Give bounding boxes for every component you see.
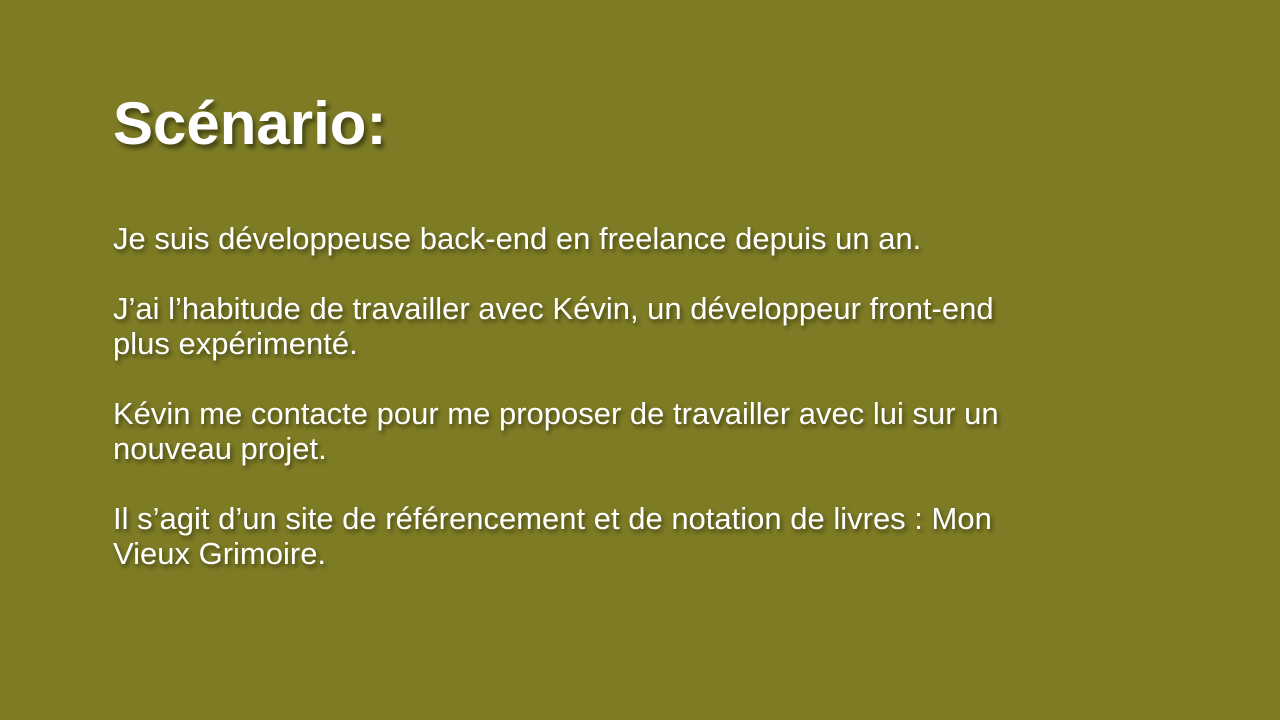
paragraph-4-line-2: Vieux Grimoire. bbox=[113, 536, 327, 571]
slide-title: Scénario: bbox=[113, 90, 387, 157]
paragraph-4-line-1: Il s’agit d’un site de référencement et … bbox=[113, 501, 992, 536]
paragraph-2-line-2: plus expérimenté. bbox=[113, 326, 358, 361]
paragraph-3-line-1: Kévin me contacte pour me proposer de tr… bbox=[113, 396, 999, 431]
paragraph-3: Kévin me contacte pour me proposer de tr… bbox=[113, 396, 1113, 466]
slide: Scénario: Je suis développeuse back-end … bbox=[0, 0, 1280, 720]
paragraph-3-line-2: nouveau projet. bbox=[113, 431, 327, 466]
paragraph-1: Je suis développeuse back-end en freelan… bbox=[113, 221, 1113, 256]
paragraph-2-line-1: J’ai l’habitude de travailler avec Kévin… bbox=[113, 291, 994, 326]
paragraph-1-line-1: Je suis développeuse back-end en freelan… bbox=[113, 221, 922, 256]
paragraph-2: J’ai l’habitude de travailler avec Kévin… bbox=[113, 291, 1113, 361]
slide-body: Je suis développeuse back-end en freelan… bbox=[113, 221, 1113, 571]
paragraph-4: Il s’agit d’un site de référencement et … bbox=[113, 501, 1113, 571]
